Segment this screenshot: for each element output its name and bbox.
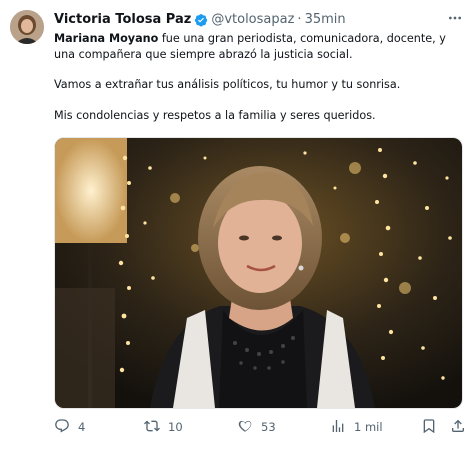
views-chart-icon: [330, 418, 346, 437]
mentioned-name: Mariana Moyano: [54, 32, 159, 45]
tweet-paragraph-2: Vamos a extrañar tus análisis políticos,…: [54, 78, 401, 91]
verified-badge-icon: [194, 13, 208, 27]
heart-icon: [237, 418, 253, 437]
share-button[interactable]: [450, 418, 466, 437]
tweet-header: Victoria Tolosa Paz @vtolosapaz · 35min: [54, 12, 346, 27]
author-name[interactable]: Victoria Tolosa Paz: [54, 12, 191, 27]
more-options-icon[interactable]: [444, 8, 466, 28]
bookmark-icon: [421, 418, 437, 437]
tweet-paragraph-3: Mis condolencias y respetos a la familia…: [54, 108, 376, 122]
reply-count: 4: [78, 420, 86, 434]
share-icon: [450, 418, 466, 437]
reply-button[interactable]: 4: [54, 418, 85, 437]
tweet-paragraph-1: Mariana Moyano fue una gran periodista, …: [54, 31, 459, 62]
like-count: 53: [261, 420, 276, 434]
views-count: 1 mil: [354, 420, 383, 434]
avatar[interactable]: [10, 10, 44, 44]
retweet-count: 10: [168, 420, 183, 434]
tweet-timestamp[interactable]: 35min: [305, 12, 346, 27]
views-button[interactable]: 1 mil: [330, 418, 383, 437]
author-handle[interactable]: @vtolosapaz: [211, 12, 294, 27]
bookmark-button[interactable]: [421, 418, 437, 437]
tweet-photo[interactable]: [54, 137, 463, 409]
tweet-text: Mariana Moyano fue una gran periodista, …: [54, 31, 459, 138]
retweet-icon: [144, 418, 160, 437]
tweet-card[interactable]: Victoria Tolosa Paz @vtolosapaz · 35min …: [0, 0, 474, 449]
retweet-button[interactable]: 10: [144, 418, 183, 437]
separator-dot: ·: [297, 12, 302, 27]
tweet-actions: 4 10 53 1 mil: [54, 417, 469, 437]
reply-icon: [54, 418, 70, 437]
like-button[interactable]: 53: [237, 418, 276, 437]
